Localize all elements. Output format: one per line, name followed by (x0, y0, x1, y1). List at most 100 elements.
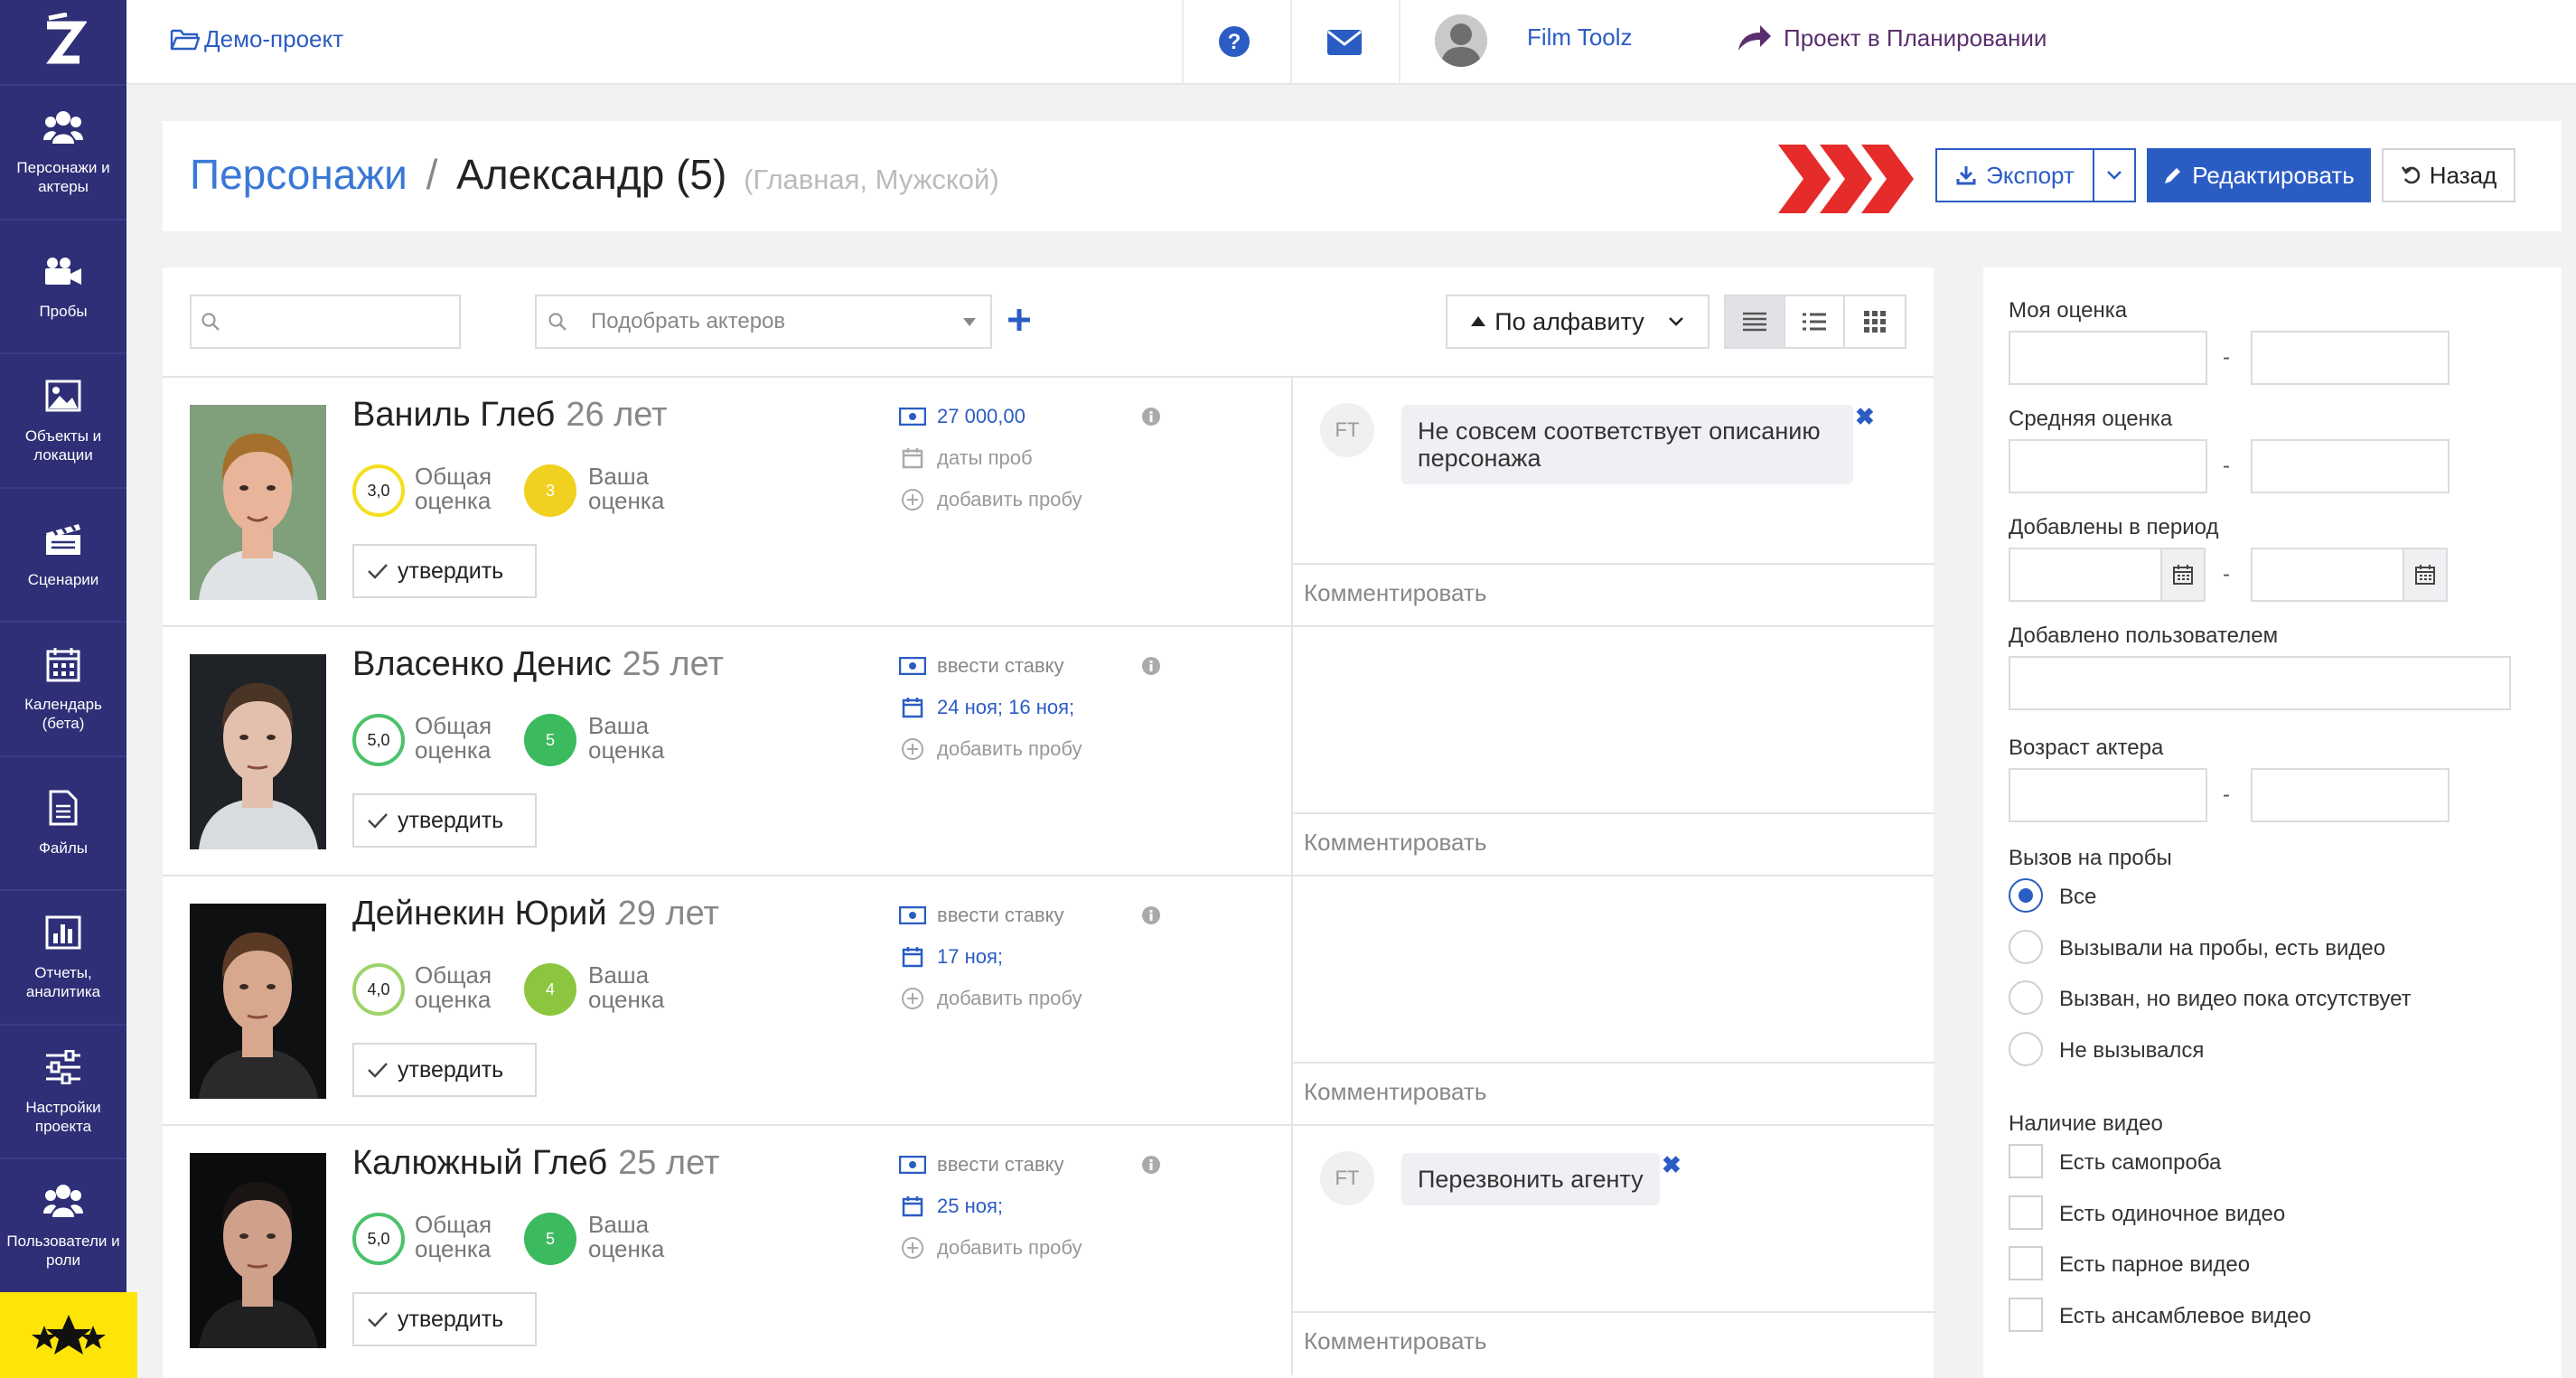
actor-name[interactable]: Дейнекин Юрий (352, 895, 607, 933)
comment-input[interactable]: Комментировать (1293, 563, 1935, 627)
add-audition-link[interactable]: добавить пробу (937, 1236, 1082, 1260)
avg-rating-from-input[interactable] (2009, 439, 2207, 493)
comment-input[interactable]: Комментировать (1293, 1062, 1935, 1126)
sidebar-item-6[interactable]: Отчеты, аналитика (0, 889, 126, 1023)
sidebar-item-1[interactable]: Пробы (0, 218, 126, 352)
info-icon[interactable] (1141, 407, 1161, 431)
delete-comment-icon[interactable]: ✖ (1662, 1151, 1681, 1179)
audition-dates[interactable]: даты проб (937, 446, 1033, 470)
audition-call-option[interactable]: Вызван, но видео пока отсутствует (1983, 980, 2562, 1017)
actor-name[interactable]: Власенко Денис (352, 645, 612, 683)
rate-link[interactable]: ввести ставку (937, 654, 1063, 678)
app-logo[interactable] (0, 0, 126, 84)
video-filter-option[interactable]: Есть самопроба (1983, 1144, 2562, 1180)
actor-picker-select[interactable]: Подобрать актеров (535, 295, 992, 349)
sidebar-item-4[interactable]: Календарь (бета) (0, 621, 126, 755)
my-rating-from-input[interactable] (2009, 331, 2207, 385)
actor-photo[interactable] (190, 1153, 326, 1348)
checkbox[interactable] (2009, 1195, 2043, 1230)
checkbox[interactable] (2009, 1246, 2043, 1280)
date-picker-button[interactable] (2160, 548, 2206, 602)
sort-select[interactable]: По алфавиту (1446, 295, 1710, 349)
comment-input[interactable]: Комментировать (1293, 812, 1935, 876)
checkbox[interactable] (2009, 1297, 2043, 1332)
radio-button[interactable] (2009, 980, 2043, 1015)
add-audition-link[interactable]: добавить пробу (937, 737, 1082, 761)
breadcrumb-characters-link[interactable]: Персонажи (190, 151, 407, 198)
view-list-detailed-button[interactable] (1726, 296, 1785, 347)
actor-photo[interactable] (190, 654, 326, 849)
help-button[interactable]: ? (1218, 25, 1251, 62)
add-audition-link[interactable]: добавить пробу (937, 488, 1082, 511)
sidebar-item-2[interactable]: Объекты и локации (0, 352, 126, 486)
user-avatar[interactable] (1435, 14, 1487, 67)
audition-dates[interactable]: 25 ноя; (937, 1195, 1003, 1218)
actor-photo[interactable] (190, 405, 326, 600)
rate-line: ввести ставку (899, 1153, 1063, 1176)
sidebar-item-8[interactable]: Пользователи и роли (0, 1158, 126, 1291)
added-from-date-input[interactable] (2009, 548, 2162, 602)
image-icon (43, 376, 83, 416)
back-button[interactable]: Назад (2382, 148, 2515, 202)
sidebar-item-5[interactable]: Файлы (0, 755, 126, 889)
actor-row: Ваниль Глеб 26 лет 3,0 Общая оценка 3 Ваш… (163, 376, 1935, 627)
add-audition-link[interactable]: добавить пробу (937, 987, 1082, 1010)
search-icon (201, 313, 220, 331)
sidebar-item-3[interactable]: Сценарии (0, 486, 126, 621)
project-status-link[interactable]: Проект в Планировании (1737, 23, 2047, 52)
approve-button[interactable]: утвердить (352, 793, 537, 848)
rate-link[interactable]: 27 000,00 (937, 405, 1026, 428)
audition-call-option[interactable]: Вызывали на пробы, есть видео (1983, 929, 2562, 966)
rate-link[interactable]: ввести ставку (937, 904, 1063, 927)
age-to-input[interactable] (2251, 768, 2450, 822)
radio-button[interactable] (2009, 929, 2043, 964)
audition-call-option[interactable]: Не вызывался (1983, 1031, 2562, 1068)
date-picker-button[interactable] (2403, 548, 2448, 602)
approve-button[interactable]: утвердить (352, 1043, 537, 1097)
actor-name[interactable]: Калюжный Глеб (352, 1144, 607, 1182)
audition-dates[interactable]: 17 ноя; (937, 945, 1003, 969)
avg-rating-to-input[interactable] (2251, 439, 2450, 493)
info-icon[interactable] (1141, 656, 1161, 680)
audition-call-option[interactable]: Все (1983, 878, 2562, 914)
export-button[interactable]: Экспорт (1935, 148, 2094, 202)
audition-dates[interactable]: 24 ноя; 16 ноя; (937, 696, 1074, 719)
your-rating-circle[interactable]: 3 (524, 464, 576, 517)
rate-link[interactable]: ввести ставку (937, 1153, 1063, 1176)
added-by-input[interactable] (2009, 656, 2511, 710)
user-name[interactable]: Film Toolz (1527, 23, 1633, 52)
your-rating-circle[interactable]: 4 (524, 963, 576, 1016)
add-actor-button[interactable] (1003, 304, 1035, 336)
sidebar-item-label: Персонажи и актеры (16, 159, 110, 195)
edit-button[interactable]: Редактировать (2147, 148, 2371, 202)
radio-button[interactable] (2009, 878, 2043, 913)
view-list-button[interactable] (1785, 296, 1845, 347)
your-rating-circle[interactable]: 5 (524, 1213, 576, 1265)
approve-label: утвердить (398, 807, 504, 833)
video-filter-option[interactable]: Есть парное видео (1983, 1246, 2562, 1282)
approve-button[interactable]: утвердить (352, 544, 537, 598)
export-dropdown-button[interactable] (2093, 148, 2136, 202)
sidebar-item-7[interactable]: Настройки проекта (0, 1023, 126, 1158)
sidebar-item-0[interactable]: Персонажи и актеры (0, 84, 126, 218)
approve-button[interactable]: утвердить (352, 1292, 537, 1346)
checkbox[interactable] (2009, 1144, 2043, 1178)
age-from-input[interactable] (2009, 768, 2207, 822)
info-icon[interactable] (1141, 1155, 1161, 1179)
actor-name[interactable]: Ваниль Глеб (352, 396, 555, 434)
promo-stars-badge[interactable] (0, 1292, 137, 1378)
added-to-date-input[interactable] (2251, 548, 2404, 602)
video-filter-option[interactable]: Есть одиночное видео (1983, 1195, 2562, 1232)
actor-photo[interactable] (190, 904, 326, 1099)
your-rating-circle[interactable]: 5 (524, 714, 576, 766)
search-input[interactable] (190, 295, 461, 349)
delete-comment-icon[interactable]: ✖ (1855, 403, 1875, 431)
messages-button[interactable] (1326, 29, 1363, 61)
project-link[interactable]: Демо-проект (170, 25, 343, 53)
info-icon[interactable] (1141, 905, 1161, 930)
my-rating-to-input[interactable] (2251, 331, 2450, 385)
view-grid-button[interactable] (1845, 296, 1905, 347)
video-filter-option[interactable]: Есть ансамблевое видео (1983, 1297, 2562, 1334)
comment-input[interactable]: Комментировать (1293, 1311, 1935, 1375)
radio-button[interactable] (2009, 1031, 2043, 1066)
